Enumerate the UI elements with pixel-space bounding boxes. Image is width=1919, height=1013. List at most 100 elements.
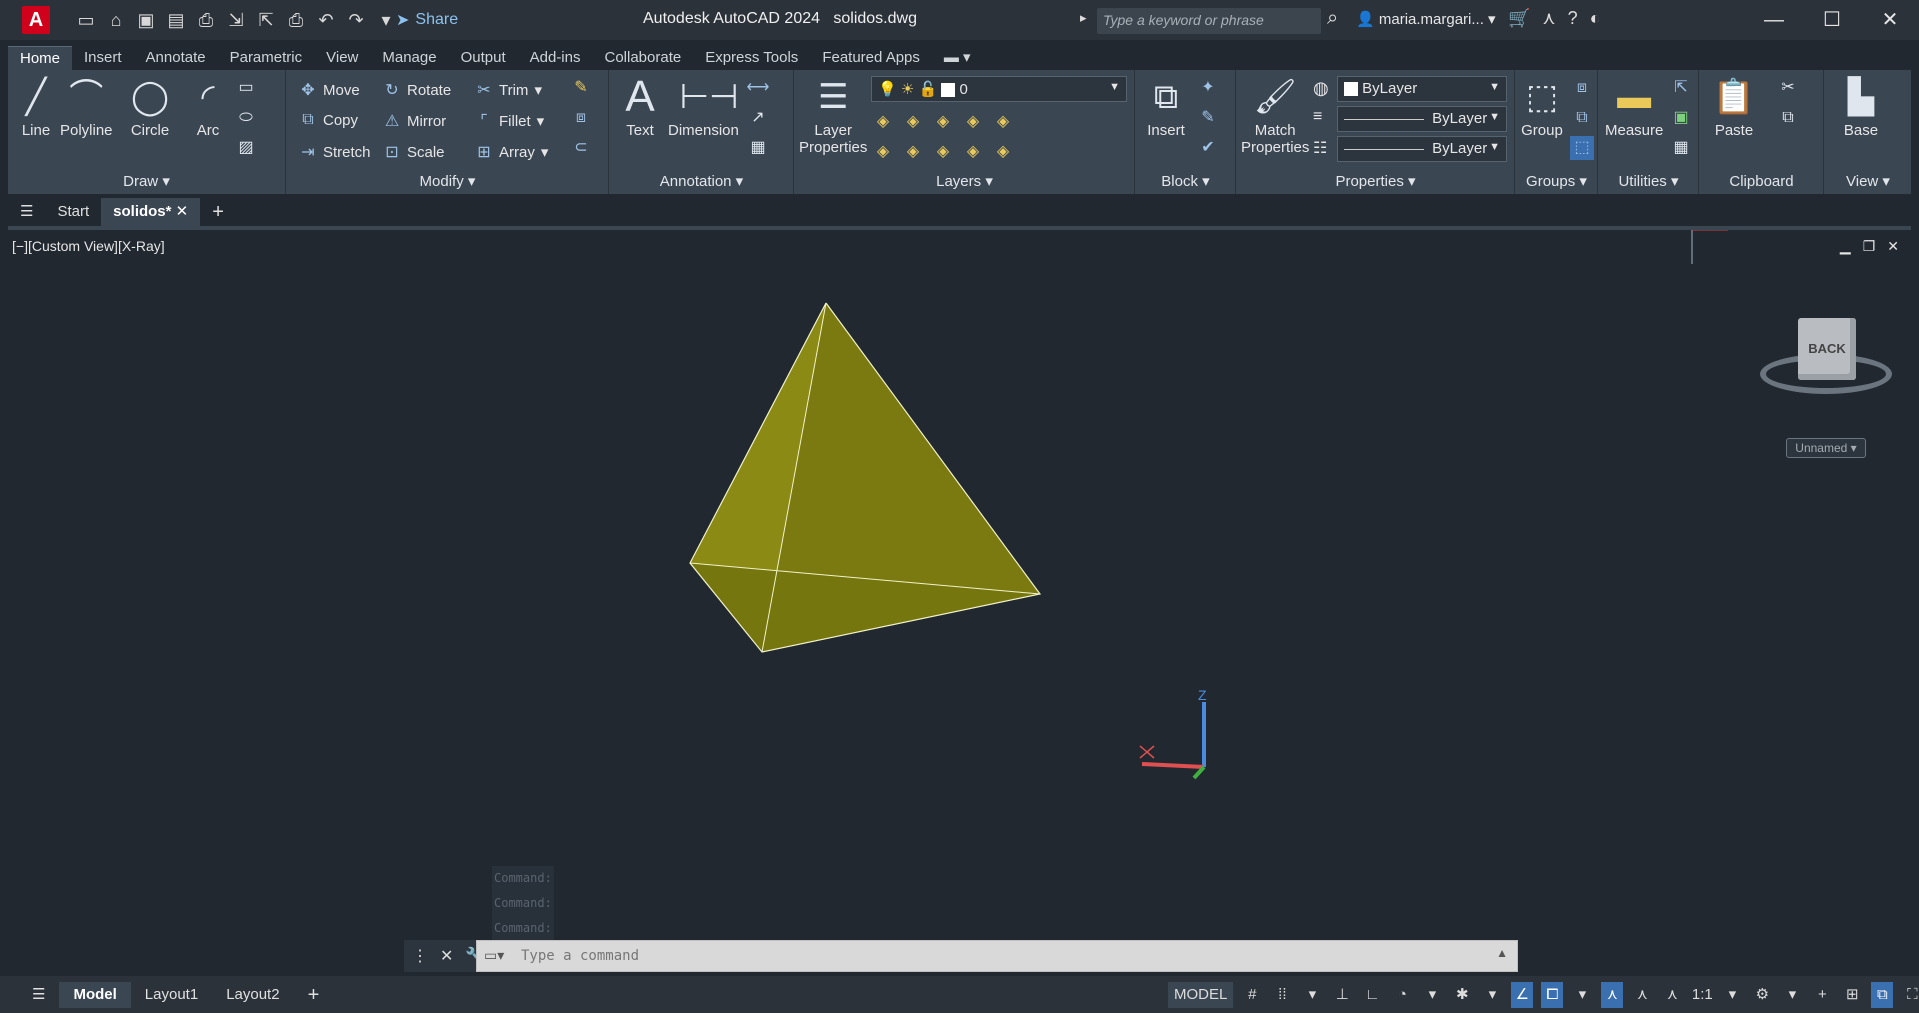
tab-featured-apps[interactable]: Featured Apps <box>810 46 932 70</box>
tab-start[interactable]: Start <box>45 198 101 226</box>
explode-icon[interactable]: ⧈ <box>569 106 593 130</box>
ortho-icon[interactable]: ∟ <box>1361 982 1383 1008</box>
layer-dropdown[interactable]: 💡 ☀ 🔓 0 ▼ <box>871 76 1127 102</box>
tab-view[interactable]: View <box>314 46 370 70</box>
insert-block-tool[interactable]: ⧉ Insert <box>1142 74 1190 139</box>
scale-dropdown[interactable]: 1:1 <box>1691 982 1713 1008</box>
open-folder-icon[interactable]: ⌂ <box>104 8 128 32</box>
tab-insert[interactable]: Insert <box>72 46 134 70</box>
named-view-dropdown[interactable]: Unnamed ▾ <box>1786 438 1866 458</box>
add-layout-icon[interactable]: + <box>294 982 334 1008</box>
isodraft-menu-icon[interactable]: ▾ <box>1481 982 1503 1008</box>
save-as-icon[interactable]: ▤ <box>164 8 188 32</box>
search-input[interactable]: Type a keyword or phrase <box>1097 8 1321 34</box>
lineweight-dropdown[interactable]: ByLayer ▼ <box>1337 106 1507 132</box>
annotation-panel-title[interactable]: Annotation ▾ <box>610 170 793 194</box>
group-tool[interactable]: ⬚ Group <box>1518 74 1566 139</box>
tab-collaborate[interactable]: Collaborate <box>592 46 693 70</box>
tetrahedron-solid[interactable] <box>689 302 1042 653</box>
move-button[interactable]: ✥ Move <box>299 80 359 100</box>
measure-tool[interactable]: ▬ Measure <box>1605 74 1663 139</box>
units-icon[interactable]: ⊞ <box>1841 982 1863 1008</box>
ungroup-icon[interactable]: ⧈ <box>1570 76 1594 100</box>
cut-icon[interactable]: ✂ <box>1776 76 1800 100</box>
import-icon[interactable]: ⇲ <box>224 8 248 32</box>
tab-add-ins[interactable]: Add-ins <box>518 46 593 70</box>
polar-icon[interactable]: ◔ <box>1391 982 1413 1008</box>
tab-home[interactable]: Home <box>8 46 73 70</box>
tab-layout2[interactable]: Layout2 <box>212 982 293 1008</box>
share-button[interactable]: ➤ Share <box>396 10 458 30</box>
offset-icon[interactable]: ⊂ <box>569 136 593 160</box>
layer-match-icon[interactable]: ◈ <box>991 110 1015 134</box>
block-attribute-icon[interactable]: ✔ <box>1196 136 1220 160</box>
undo-icon[interactable]: ↶ <box>314 8 338 32</box>
text-tool[interactable]: A Text <box>616 74 664 140</box>
layer-properties-tool[interactable]: ☰ Layer Properties <box>799 74 867 156</box>
viewcube[interactable]: BACK <box>1752 310 1892 420</box>
viewcube-face[interactable]: BACK <box>1798 318 1856 380</box>
tab-manage[interactable]: Manage <box>370 46 448 70</box>
layer-freeze-tool-icon[interactable]: ◈ <box>931 110 955 134</box>
close-command-icon[interactable]: ✕ <box>440 946 453 966</box>
quick-properties-icon[interactable]: ⧉ <box>1871 982 1894 1008</box>
polyline-tool[interactable]: ⌒ Polyline <box>60 74 113 139</box>
groups-panel-title[interactable]: Groups ▾ <box>1516 170 1597 194</box>
infer-constraints-icon[interactable]: ⊥ <box>1331 982 1353 1008</box>
copy-clip-icon[interactable]: ⧉ <box>1776 106 1800 130</box>
workspace-menu-icon[interactable]: ▾ <box>1781 982 1803 1008</box>
user-account-menu[interactable]: 👤 maria.margari... ▾ <box>1356 10 1496 28</box>
scale-button[interactable]: ⊡ Scale <box>383 142 444 162</box>
search-icon[interactable]: ⌕ <box>1327 7 1338 30</box>
export-icon[interactable]: ⇱ <box>254 8 278 32</box>
isodraft-icon[interactable]: ✱ <box>1451 982 1473 1008</box>
snap-menu-icon[interactable]: ▾ <box>1301 982 1323 1008</box>
auto-scale-icon[interactable]: ⋏ <box>1631 982 1653 1008</box>
tab-parametric[interactable]: Parametric <box>218 46 315 70</box>
annotation-scale-icon[interactable]: ⋏ <box>1661 982 1683 1008</box>
command-prompt-icon[interactable]: ▭▾ <box>484 947 504 964</box>
layer-thaw-icon[interactable]: ◈ <box>931 140 955 164</box>
autocad-logo-icon[interactable]: A <box>22 6 50 34</box>
color-dropdown[interactable]: ByLayer ▼ <box>1337 76 1507 102</box>
help-icon[interactable]: ? <box>1568 8 1578 29</box>
hatch-icon[interactable]: ▨ <box>234 136 258 160</box>
modify-panel-title[interactable]: Modify ▾ <box>287 170 608 194</box>
close-icon[interactable]: ✕ <box>1861 0 1919 40</box>
cart-icon[interactable]: 🛒 <box>1508 8 1530 29</box>
customize-qat-icon[interactable]: ▾ <box>374 8 398 32</box>
tab-express-tools[interactable]: Express Tools <box>693 46 810 70</box>
quick-select-icon[interactable]: ⇱ <box>1669 76 1693 100</box>
mirror-button[interactable]: ⚠ Mirror <box>383 111 446 131</box>
rotate-button[interactable]: ↻ Rotate <box>383 80 451 100</box>
maximize-icon[interactable]: ☐ <box>1803 0 1861 40</box>
model-space-button[interactable]: MODEL <box>1168 982 1234 1008</box>
ellipse-icon[interactable]: ⬭ <box>234 106 258 130</box>
redo-icon[interactable]: ↷ <box>344 8 368 32</box>
object-snap-icon[interactable]: ⧠ <box>1541 982 1564 1008</box>
layout-menu-icon[interactable]: ☰ <box>18 982 59 1008</box>
snap-icon[interactable]: ⁞⁞ <box>1271 982 1293 1008</box>
group-select-icon[interactable]: ⬚ <box>1570 136 1594 160</box>
new-tab-icon[interactable]: + <box>200 198 236 226</box>
layer-previous-icon[interactable]: ◈ <box>871 140 895 164</box>
command-input[interactable]: Type a command <box>476 940 1518 972</box>
calculator-icon[interactable]: ▦ <box>1669 136 1693 160</box>
select-all-icon[interactable]: ▣ <box>1669 106 1693 130</box>
color-wheel-icon[interactable]: ◍ <box>1313 78 1329 99</box>
save-icon[interactable]: ▣ <box>134 8 158 32</box>
command-history-toggle-icon[interactable]: ▲ <box>1496 946 1508 960</box>
layer-unisolate-icon[interactable]: ◈ <box>901 140 925 164</box>
base-view-tool[interactable]: ▙ Base <box>1837 74 1885 139</box>
match-properties-tool[interactable]: 🖌 Match Properties <box>1241 74 1309 156</box>
group-edit-icon[interactable]: ⧉ <box>1570 106 1594 130</box>
properties-panel-title[interactable]: Properties ▾ <box>1237 170 1514 194</box>
tab-solidos[interactable]: solidos* ✕ <box>101 198 201 226</box>
object-snap-tracking-icon[interactable]: ∠ <box>1511 982 1534 1008</box>
clipboard-panel-title[interactable]: Clipboard <box>1700 170 1823 194</box>
edit-block-icon[interactable]: ✎ <box>1196 106 1220 130</box>
line-tool[interactable]: ╱ Line <box>12 74 60 139</box>
object-snap-menu-icon[interactable]: ▾ <box>1571 982 1593 1008</box>
ribbon-minimize-toggle[interactable]: ▬ ▾ <box>932 46 983 70</box>
draw-panel-title[interactable]: Draw ▾ <box>8 170 285 194</box>
